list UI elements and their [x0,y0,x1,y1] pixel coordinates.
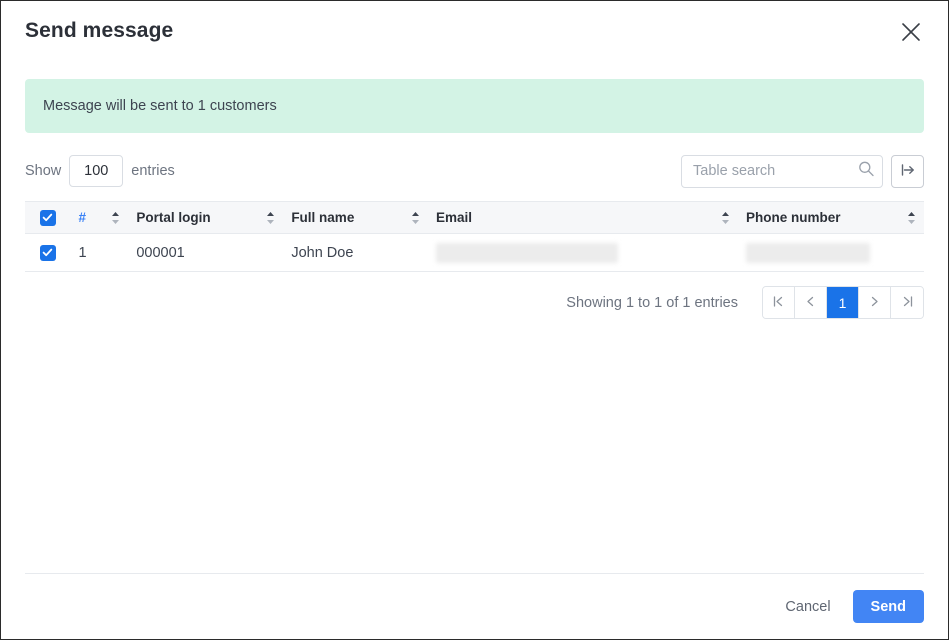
export-button[interactable] [891,154,924,188]
row-checkbox[interactable] [39,244,56,261]
table-search [681,154,883,188]
header-label: Full name [291,210,355,225]
pagination-next-button[interactable] [859,287,891,318]
last-page-icon [901,295,914,311]
header-label: Email [435,210,472,225]
table-header-row: # Portal login Full name Email Phone num… [25,201,924,234]
sort-icon[interactable] [907,211,916,225]
header-label: Portal login [136,210,211,225]
showing-entries-info: Showing 1 to 1 of 1 entries [566,294,738,311]
show-label: Show [25,163,62,179]
dialog-footer: Cancel Send [25,573,924,639]
search-input[interactable] [681,154,883,188]
redacted-phone [745,242,870,263]
cell-email [427,233,738,272]
cell-row-number: 1 [70,233,129,272]
cancel-button[interactable]: Cancel [781,591,834,623]
pagination: 1 [762,286,924,319]
close-button[interactable] [894,15,928,49]
page-length-control: Show entries [25,155,175,187]
header-phone-number[interactable]: Phone number [738,202,924,234]
export-icon [899,161,917,182]
table-controls: Show entries [25,154,924,188]
cell-portal-login: 000001 [128,233,284,272]
pagination-last-button[interactable] [891,287,923,318]
sort-icon[interactable] [111,211,120,225]
sort-icon[interactable] [411,211,420,225]
pagination-prev-button[interactable] [795,287,827,318]
header-full-name[interactable]: Full name [283,202,428,234]
redacted-email [435,242,618,263]
next-page-icon [868,295,881,311]
send-message-dialog: Send message Message will be sent to 1 c… [0,0,949,640]
sort-icon[interactable] [721,211,730,225]
entries-label: entries [131,163,175,179]
prev-page-icon [804,295,817,311]
pagination-first-button[interactable] [763,287,795,318]
send-button[interactable]: Send [852,590,924,623]
row-select-cell[interactable] [25,233,71,272]
header-select-all[interactable] [25,202,70,234]
header-label: # [78,210,86,225]
info-alert: Message will be sent to 1 customers [25,79,924,133]
header-email[interactable]: Email [428,202,738,234]
header-label: Phone number [745,210,841,225]
customers-table: # Portal login Full name Email Phone num… [25,201,924,272]
table-footer: Showing 1 to 1 of 1 entries 1 [25,286,924,319]
alert-message: Message will be sent to 1 customers [43,98,277,114]
page-title: Send message [25,19,174,42]
table-right-controls [681,154,924,188]
header-row-number[interactable]: # [70,202,128,234]
close-icon [900,21,922,43]
cell-phone-number [737,233,924,272]
select-all-checkbox[interactable] [39,209,56,226]
page-length-input[interactable] [69,155,124,187]
first-page-icon [772,295,785,311]
dialog-header: Send message [1,1,948,61]
table-row[interactable]: 1 000001 John Doe [25,233,924,272]
sort-icon[interactable] [266,211,275,225]
dialog-body: Message will be sent to 1 customers Show… [1,61,948,573]
cell-full-name: John Doe [283,233,428,272]
header-portal-login[interactable]: Portal login [128,202,283,234]
pagination-page-1[interactable]: 1 [827,287,859,318]
